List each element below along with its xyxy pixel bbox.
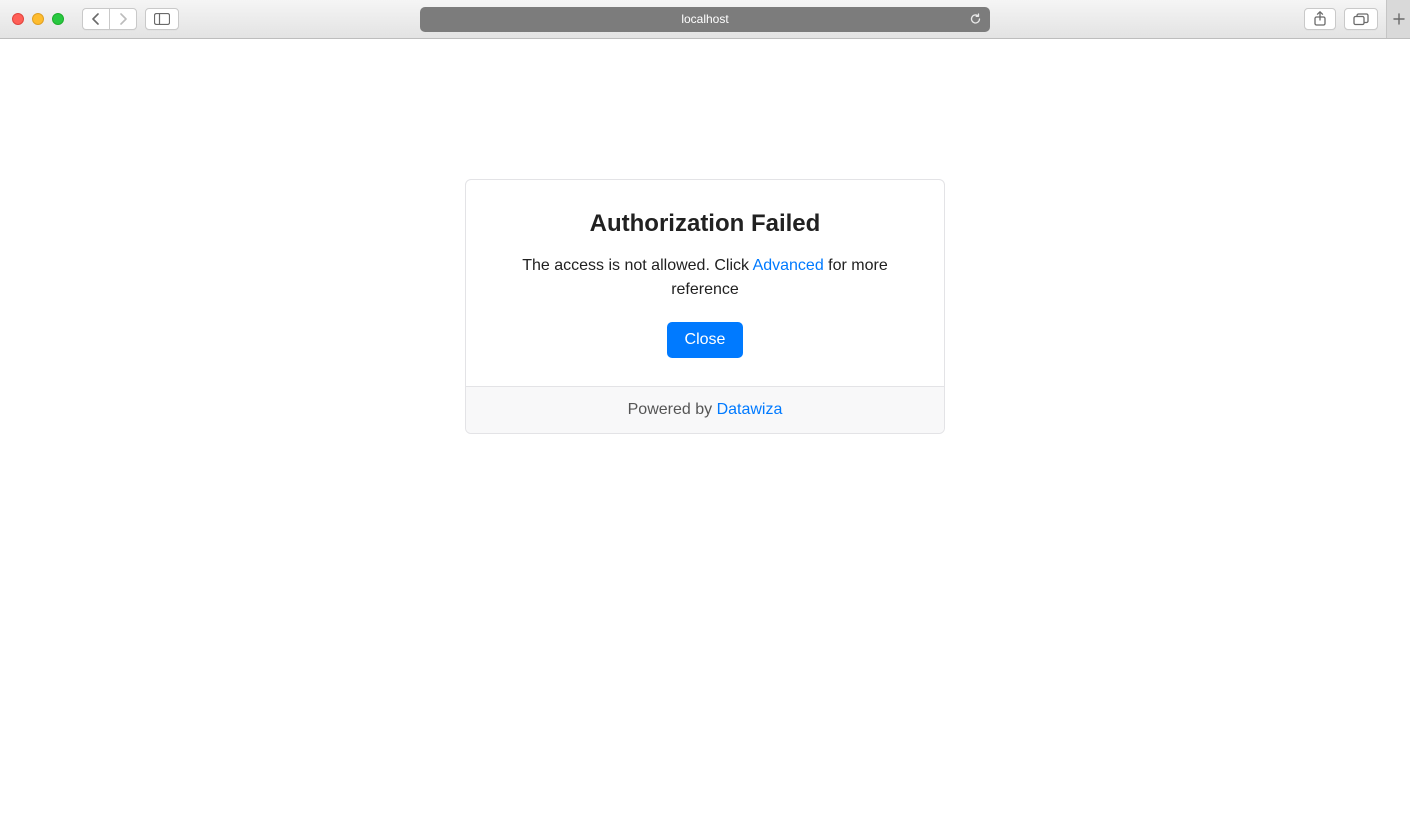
address-bar[interactable]: localhost	[420, 7, 990, 32]
window-minimize-button[interactable]	[32, 13, 44, 25]
powered-by-label: Powered by	[628, 401, 717, 418]
window-maximize-button[interactable]	[52, 13, 64, 25]
forward-button[interactable]	[109, 8, 137, 30]
reload-button[interactable]	[969, 13, 982, 26]
tabs-overview-button[interactable]	[1344, 8, 1378, 30]
chevron-right-icon	[118, 13, 128, 25]
reload-icon	[969, 13, 982, 26]
tabs-icon	[1353, 13, 1369, 26]
page-content: Authorization Failed The access is not a…	[0, 39, 1410, 828]
window-close-button[interactable]	[12, 13, 24, 25]
close-button[interactable]: Close	[667, 322, 744, 358]
sidebar-toggle-button[interactable]	[145, 8, 179, 30]
card-body: Authorization Failed The access is not a…	[466, 180, 944, 386]
plus-icon	[1393, 13, 1405, 25]
dialog-message: The access is not allowed. Click Advance…	[494, 254, 916, 302]
card-footer: Powered by Datawiza	[466, 386, 944, 433]
auth-failed-card: Authorization Failed The access is not a…	[465, 179, 945, 434]
new-tab-button[interactable]	[1386, 0, 1410, 38]
share-icon	[1313, 11, 1327, 27]
sidebar-icon	[154, 13, 170, 25]
dialog-title: Authorization Failed	[494, 210, 916, 238]
window-controls	[12, 13, 64, 25]
chevron-left-icon	[91, 13, 101, 25]
advanced-link[interactable]: Advanced	[753, 257, 824, 274]
browser-toolbar: localhost	[0, 0, 1410, 39]
dialog-message-prefix: The access is not allowed. Click	[522, 257, 752, 274]
brand-link[interactable]: Datawiza	[717, 401, 783, 418]
address-bar-url: localhost	[681, 12, 728, 26]
toolbar-right-group	[1304, 0, 1402, 38]
nav-button-group	[82, 8, 137, 30]
share-button[interactable]	[1304, 8, 1336, 30]
back-button[interactable]	[82, 8, 109, 30]
